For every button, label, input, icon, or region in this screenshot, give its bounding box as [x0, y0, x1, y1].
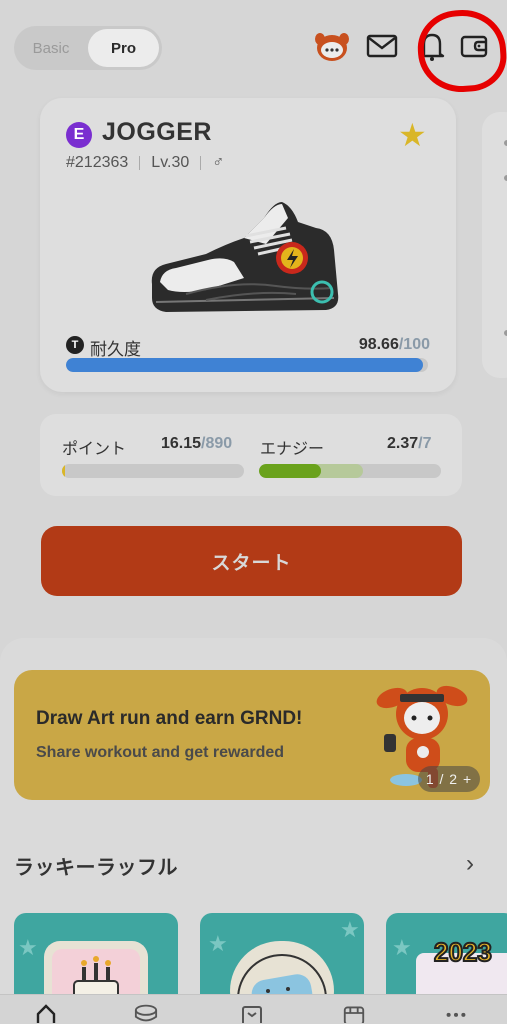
lucky-raffle-title: ラッキーラッフル [14, 857, 178, 879]
favorite-star-icon[interactable]: ★ [398, 116, 427, 154]
energy-value: 2.37/7 [387, 435, 432, 452]
durability-icon: T [66, 336, 84, 354]
sneaker-level: Lv.30 [151, 154, 190, 171]
energy-bar-fill [259, 464, 321, 478]
points-value: 16.15/890 [161, 435, 233, 452]
mail-icon[interactable] [364, 28, 400, 64]
bottom-tab-bar [0, 994, 507, 1024]
stats-card: ポイント 16.15/890 エナジー 2.37/7 [40, 414, 462, 496]
points-bar [62, 464, 244, 478]
energy-bar [259, 464, 441, 478]
sneaker-meta: #212363 Lv.30 ♂ [66, 154, 224, 172]
banner-pager[interactable]: 1 / 2 + [418, 766, 480, 792]
annotation-circle [415, 7, 507, 95]
sneaker-card[interactable]: E JOGGER ★ #212363 Lv.30 ♂ T 耐久度 98.66/1… [40, 98, 456, 392]
points-label: ポイント [62, 441, 127, 458]
banner-subtitle: Share workout and get rewarded [36, 744, 285, 761]
chevron-right-icon[interactable]: › [466, 850, 474, 878]
mode-toggle[interactable]: Basic Pro [14, 26, 162, 70]
banner-title: Draw Art run and earn GRND! [36, 708, 303, 729]
tab-home-icon[interactable] [34, 1003, 58, 1023]
gender-icon: ♂ [212, 154, 225, 171]
durability-label: 耐久度 [90, 340, 141, 359]
chat-mascot-icon[interactable] [314, 28, 350, 64]
points-bar-fill [62, 464, 66, 478]
promo-banner[interactable]: Draw Art run and earn GRND! Share workou… [14, 670, 490, 800]
mode-basic-option[interactable]: Basic [14, 26, 88, 70]
tab-coins-icon[interactable] [134, 1003, 158, 1023]
rarity-badge: E [66, 122, 92, 148]
durability-bar [66, 358, 428, 372]
sneaker-type: JOGGER [102, 118, 212, 146]
tab-more-icon[interactable] [444, 1003, 468, 1023]
energy-label: エナジー [260, 441, 325, 458]
sneaker-id: #212363 [66, 154, 129, 171]
tab-storage-icon[interactable] [342, 1003, 366, 1023]
durability-bar-fill [66, 358, 424, 372]
mode-pro-option[interactable]: Pro [88, 29, 159, 67]
raffle-year-badge: 2023 [433, 936, 493, 968]
sneaker-image [151, 202, 339, 312]
next-sneaker-card-peek[interactable] [482, 112, 507, 378]
tab-shop-icon[interactable] [240, 1003, 264, 1023]
durability-value: 98.66/100 [358, 336, 430, 353]
start-button[interactable]: スタート [41, 526, 462, 596]
